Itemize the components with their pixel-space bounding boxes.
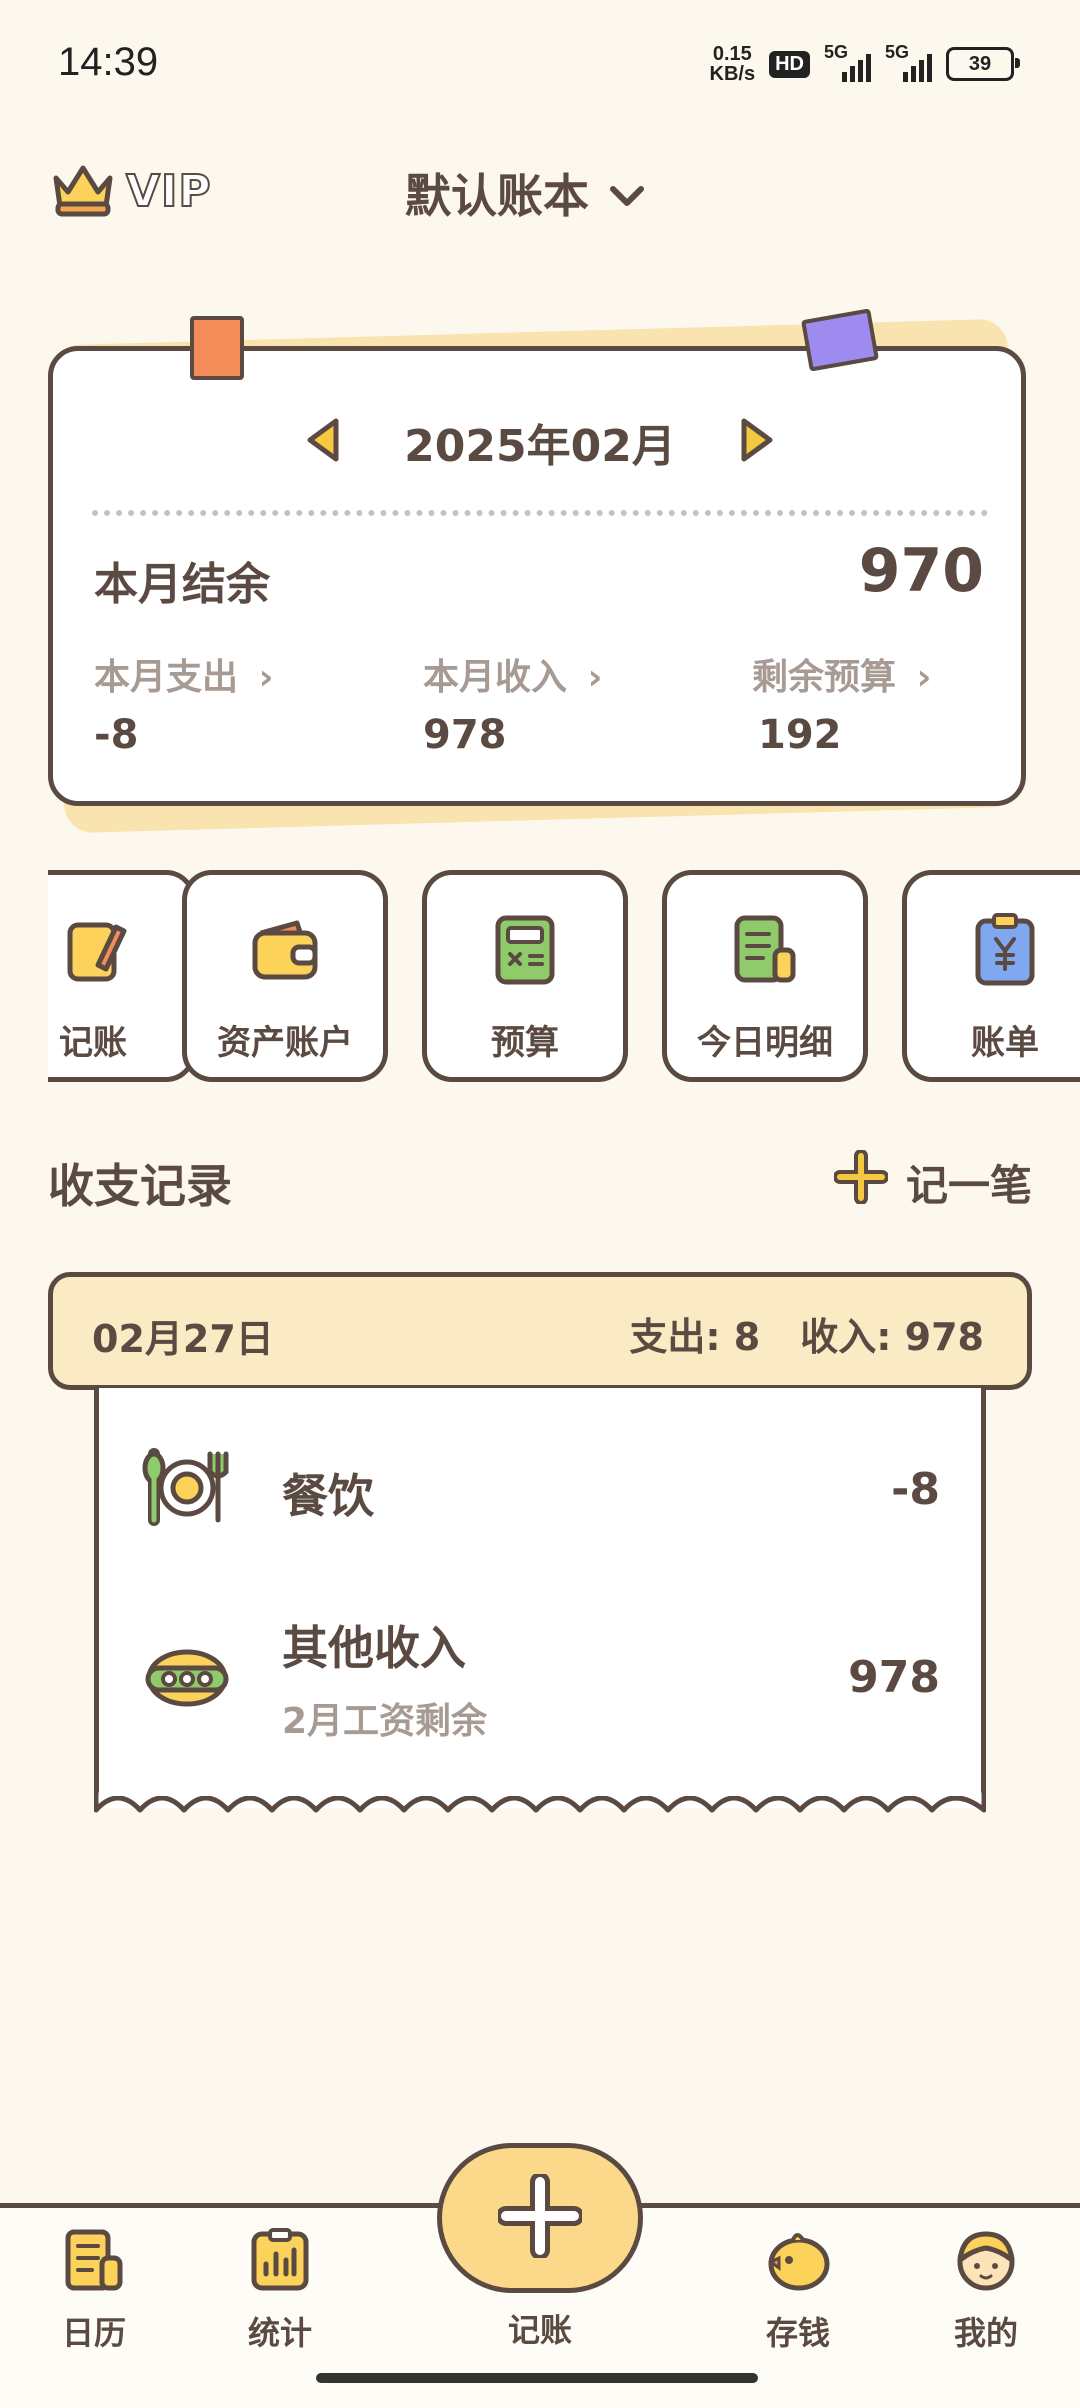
budget-stat-link[interactable]: 剩余预算 › — [752, 648, 931, 700]
prev-month-icon[interactable] — [304, 417, 344, 467]
nav-mine[interactable]: 我的 — [926, 2228, 1046, 2354]
hd-icon: HD — [769, 50, 810, 78]
quick-action-budget[interactable]: 预算 — [422, 870, 628, 1082]
income-stat-link[interactable]: 本月收入 › — [423, 648, 602, 700]
add-record-button[interactable]: 记一笔 — [832, 1149, 1032, 1214]
nav-savings[interactable]: 存钱 — [738, 2228, 858, 2354]
item-category: 餐饮 — [282, 1469, 374, 1523]
dotted-divider — [92, 510, 988, 516]
expense-stat-link[interactable]: 本月支出 › — [94, 648, 273, 700]
vip-label: VIP — [125, 165, 212, 218]
expense-value: -8 — [94, 712, 139, 758]
day-expense: 支出: 8 — [629, 1315, 761, 1359]
chevron-right-icon: › — [258, 657, 274, 698]
budget-value: 192 — [758, 712, 842, 758]
next-month-icon[interactable] — [736, 417, 776, 467]
wallet-icon — [249, 913, 321, 987]
chevron-right-icon: › — [587, 657, 603, 698]
item-note: 2月工资剩余 — [282, 1701, 488, 1742]
plus-icon — [496, 2172, 584, 2262]
chevron-right-icon: › — [916, 657, 932, 698]
quick-actions-scroller[interactable]: 记账 资产账户 预算 今日明细 账单 — [48, 860, 1080, 1100]
stats-icon — [248, 2228, 312, 2296]
add-record-fab[interactable] — [437, 2143, 643, 2293]
chick-icon — [763, 2228, 833, 2296]
plus-icon — [832, 1149, 889, 1214]
net-speed: 0.15 KB/s — [709, 43, 756, 85]
book-name: 默认账本 — [405, 169, 589, 223]
balance-value: 970 — [858, 536, 984, 606]
month-switcher: 2025年02月 — [0, 410, 1080, 474]
quick-action-assets[interactable]: 资产账户 — [182, 870, 388, 1082]
bill-icon — [972, 913, 1038, 987]
calculator-icon — [492, 913, 558, 987]
battery-icon: 39 — [946, 47, 1020, 81]
day-income: 收入: 978 — [800, 1315, 984, 1359]
other-income-icon — [144, 1642, 230, 1718]
item-category: 其他收入 — [282, 1621, 466, 1675]
list-item[interactable]: 其他收入 2月工资剩余 978 — [94, 1600, 986, 1760]
nav-record-label[interactable]: 记账 — [0, 2305, 1080, 2351]
quick-action-today-detail[interactable]: 今日明细 — [662, 870, 868, 1082]
day-summary: 支出: 8 收入: 978 — [629, 1306, 984, 1361]
quick-action-bills[interactable]: 账单 — [902, 870, 1080, 1082]
vip-button[interactable]: VIP — [50, 160, 212, 222]
calendar-icon — [62, 2228, 126, 2296]
day-date: 02月27日 — [92, 1317, 274, 1361]
receipt-icon — [729, 913, 801, 987]
signal-icon: 5G — [885, 42, 932, 82]
item-amount: -8 — [891, 1464, 940, 1515]
home-indicator[interactable] — [316, 2373, 758, 2383]
chevron-down-icon — [609, 166, 645, 220]
pencil-note-icon — [58, 913, 128, 987]
crown-icon — [50, 160, 116, 222]
income-value: 978 — [423, 712, 507, 758]
item-amount: 978 — [848, 1652, 940, 1703]
balance-label: 本月结余 — [94, 559, 270, 610]
scalloped-edge — [94, 1790, 986, 1813]
avatar-icon — [951, 2228, 1021, 2296]
dining-plate-icon — [142, 1448, 232, 1532]
status-time: 14:39 — [58, 40, 159, 84]
tape-decoration — [190, 316, 244, 380]
signal-icon: 5G — [824, 42, 871, 82]
records-title: 收支记录 — [48, 1159, 232, 1213]
list-item[interactable]: 餐饮 -8 — [94, 1420, 986, 1560]
book-selector[interactable]: 默认账本 — [405, 160, 645, 226]
status-icons: 0.15 KB/s HD 5G 5G 39 — [709, 42, 1020, 85]
current-month[interactable]: 2025年02月 — [404, 410, 676, 474]
quick-action-record[interactable]: 记账 — [48, 870, 196, 1082]
